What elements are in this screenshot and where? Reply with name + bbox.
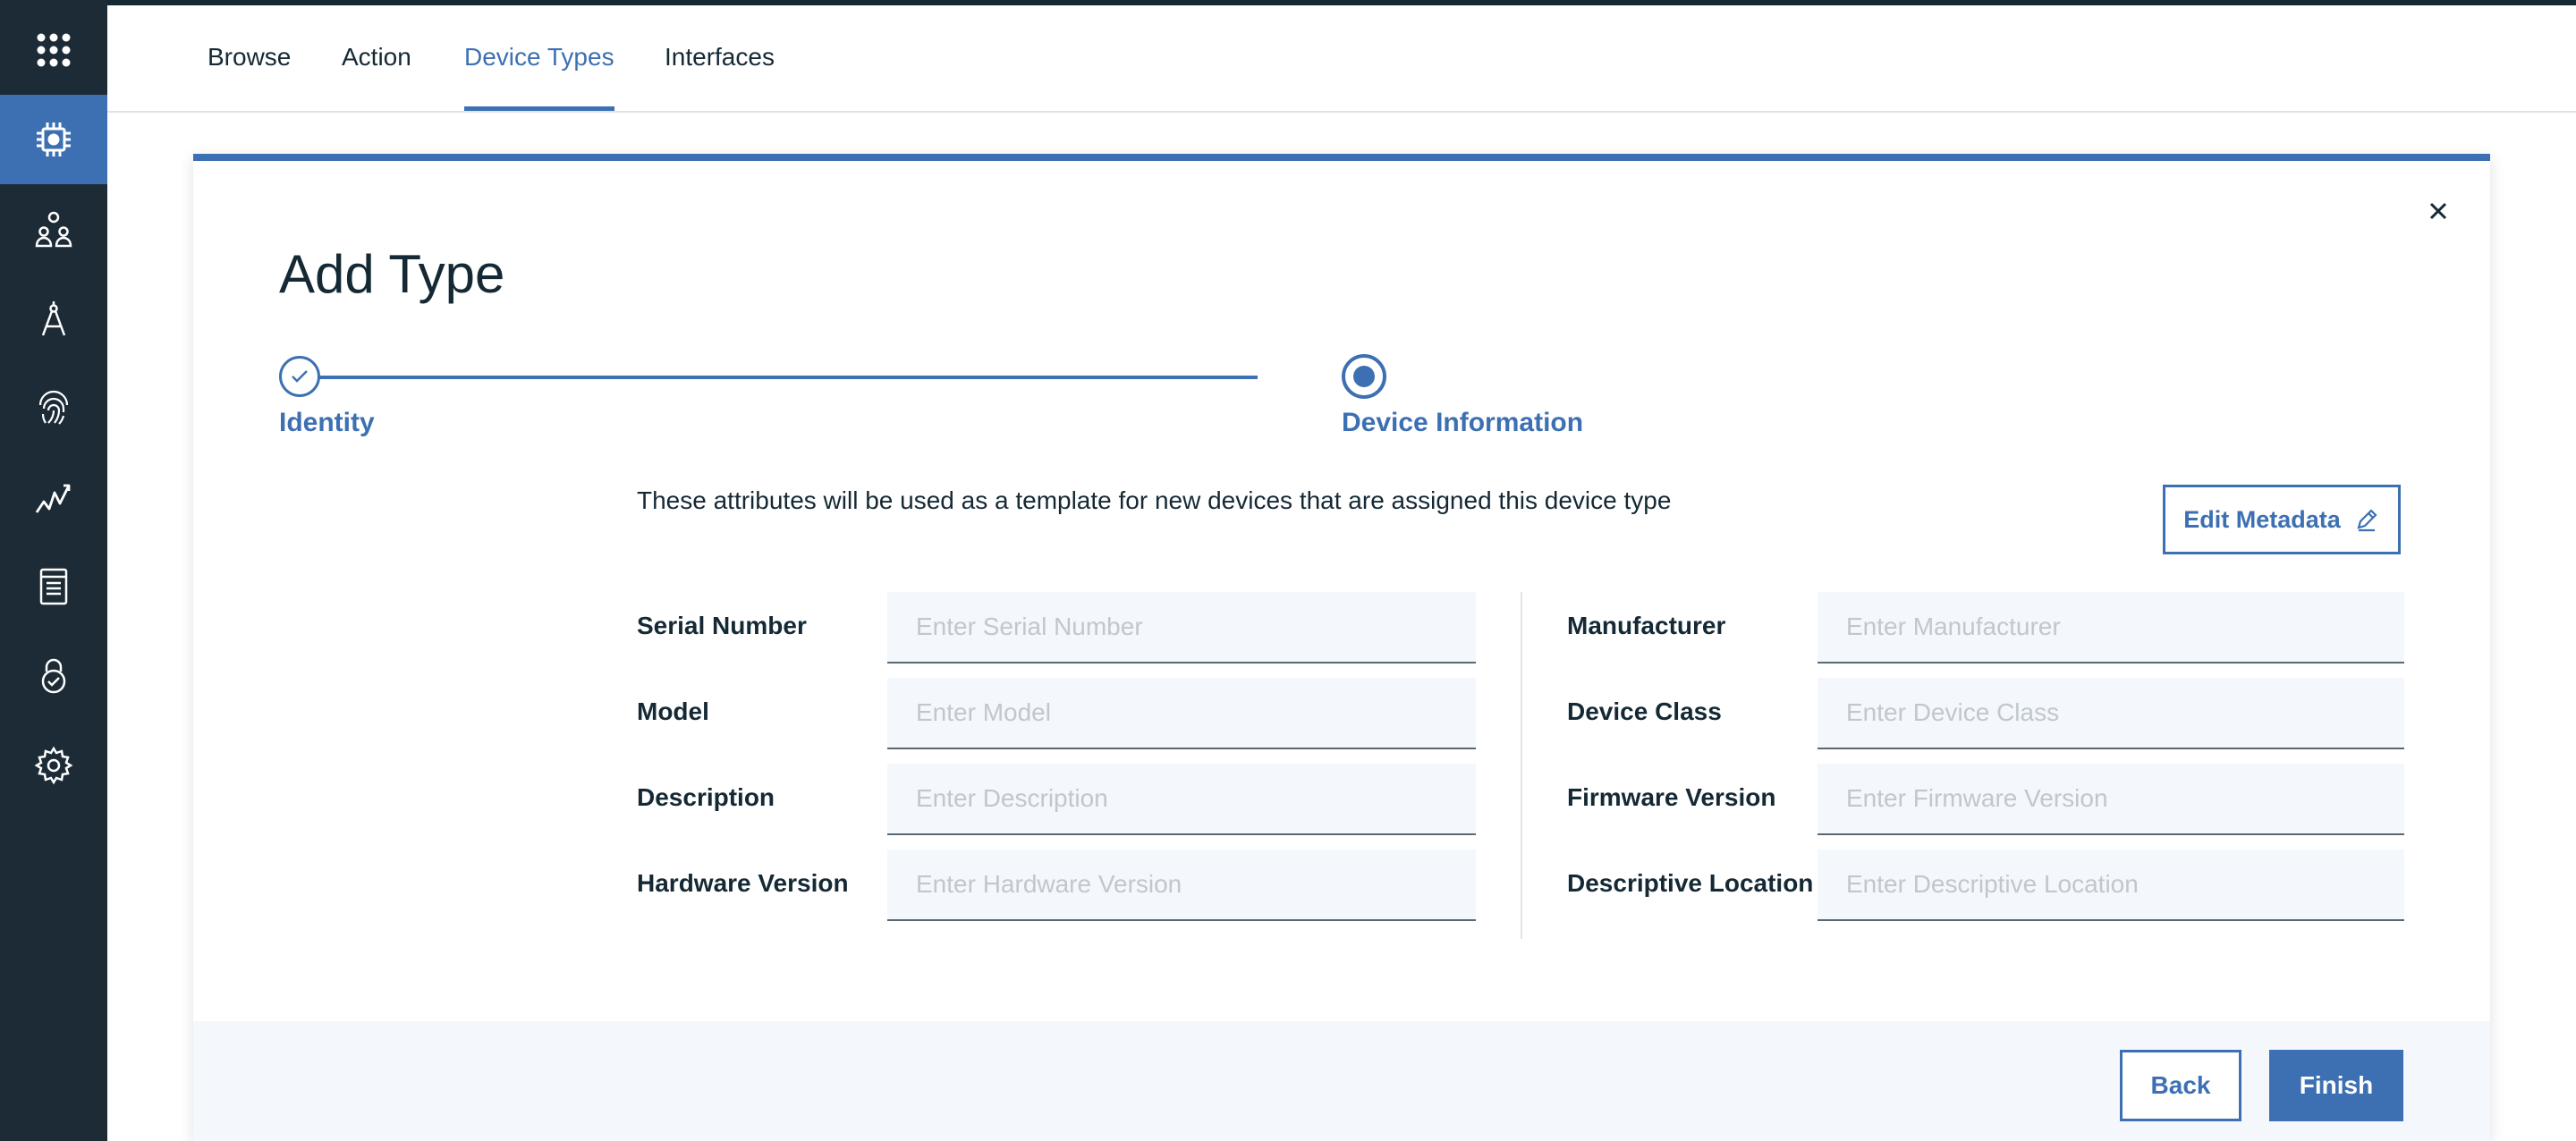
current-step-dot (1353, 366, 1375, 387)
sidebar-item-security[interactable] (0, 631, 107, 721)
sidebar-item-settings[interactable] (0, 721, 107, 810)
model-label: Model (637, 697, 709, 725)
pencil-icon (2357, 509, 2377, 532)
compass-icon (41, 301, 66, 336)
hardware-version-input[interactable] (887, 849, 1476, 921)
fingerprint-icon (38, 390, 69, 425)
members-icon (35, 211, 72, 248)
sidebar-item-devices[interactable] (0, 95, 107, 184)
hardware-version-label: Hardware Version (637, 869, 849, 897)
step-device-information-current[interactable] (1342, 354, 1386, 399)
descriptive-location-label: Descriptive Location (1567, 869, 1814, 897)
app-switcher-button[interactable] (0, 5, 107, 95)
modal-title: Add Type (279, 244, 505, 304)
document-icon (39, 568, 68, 605)
sidebar-item-rules[interactable] (0, 274, 107, 363)
manufacturer-label: Manufacturer (1567, 612, 1726, 639)
device-class-label: Device Class (1567, 697, 1722, 725)
edit-metadata-label: Edit Metadata (2183, 505, 2341, 533)
tab-browse[interactable]: Browse (208, 43, 291, 111)
tab-action[interactable]: Action (342, 43, 411, 111)
modal-accent-bar (193, 154, 2490, 161)
description-input[interactable] (887, 764, 1476, 835)
column-divider (1521, 592, 1522, 939)
analytics-icon (35, 484, 71, 513)
step-label-device-information: Device Information (1342, 408, 1584, 437)
sidebar-item-analytics[interactable] (0, 452, 107, 542)
sidebar (0, 0, 107, 1141)
serial-number-input[interactable] (887, 592, 1476, 663)
firmware-version-label: Firmware Version (1567, 783, 1776, 811)
edit-metadata-button[interactable]: Edit Metadata (2163, 485, 2401, 554)
finish-button[interactable]: Finish (2269, 1050, 2403, 1121)
firmware-version-input[interactable] (1818, 764, 2404, 835)
serial-number-label: Serial Number (637, 612, 807, 639)
tab-device-types[interactable]: Device Types (464, 43, 614, 111)
app-grid-icon (37, 33, 71, 67)
form-description: These attributes will be used as a templ… (637, 486, 1672, 514)
step-identity-complete[interactable] (279, 356, 320, 397)
tab-interfaces[interactable]: Interfaces (665, 43, 775, 111)
close-icon (2429, 202, 2447, 220)
settings-gear-icon (34, 746, 73, 785)
back-button[interactable]: Back (2120, 1050, 2241, 1121)
security-lock-icon (41, 658, 66, 694)
descriptive-location-input[interactable] (1818, 849, 2404, 921)
device-class-input[interactable] (1818, 678, 2404, 749)
description-label: Description (637, 783, 775, 811)
sidebar-item-logs[interactable] (0, 542, 107, 631)
chip-icon (37, 123, 71, 156)
checkmark-icon (292, 370, 308, 383)
close-button[interactable] (2420, 193, 2456, 229)
model-input[interactable] (887, 678, 1476, 749)
top-navigation: Browse Action Device Types Interfaces (107, 5, 2576, 113)
progress-line (302, 376, 1258, 379)
manufacturer-input[interactable] (1818, 592, 2404, 663)
step-label-identity[interactable]: Identity (279, 408, 375, 438)
add-type-modal: Add Type Identity Device Information The… (193, 154, 2490, 1141)
sidebar-item-members[interactable] (0, 184, 107, 274)
sidebar-item-identity[interactable] (0, 363, 107, 452)
